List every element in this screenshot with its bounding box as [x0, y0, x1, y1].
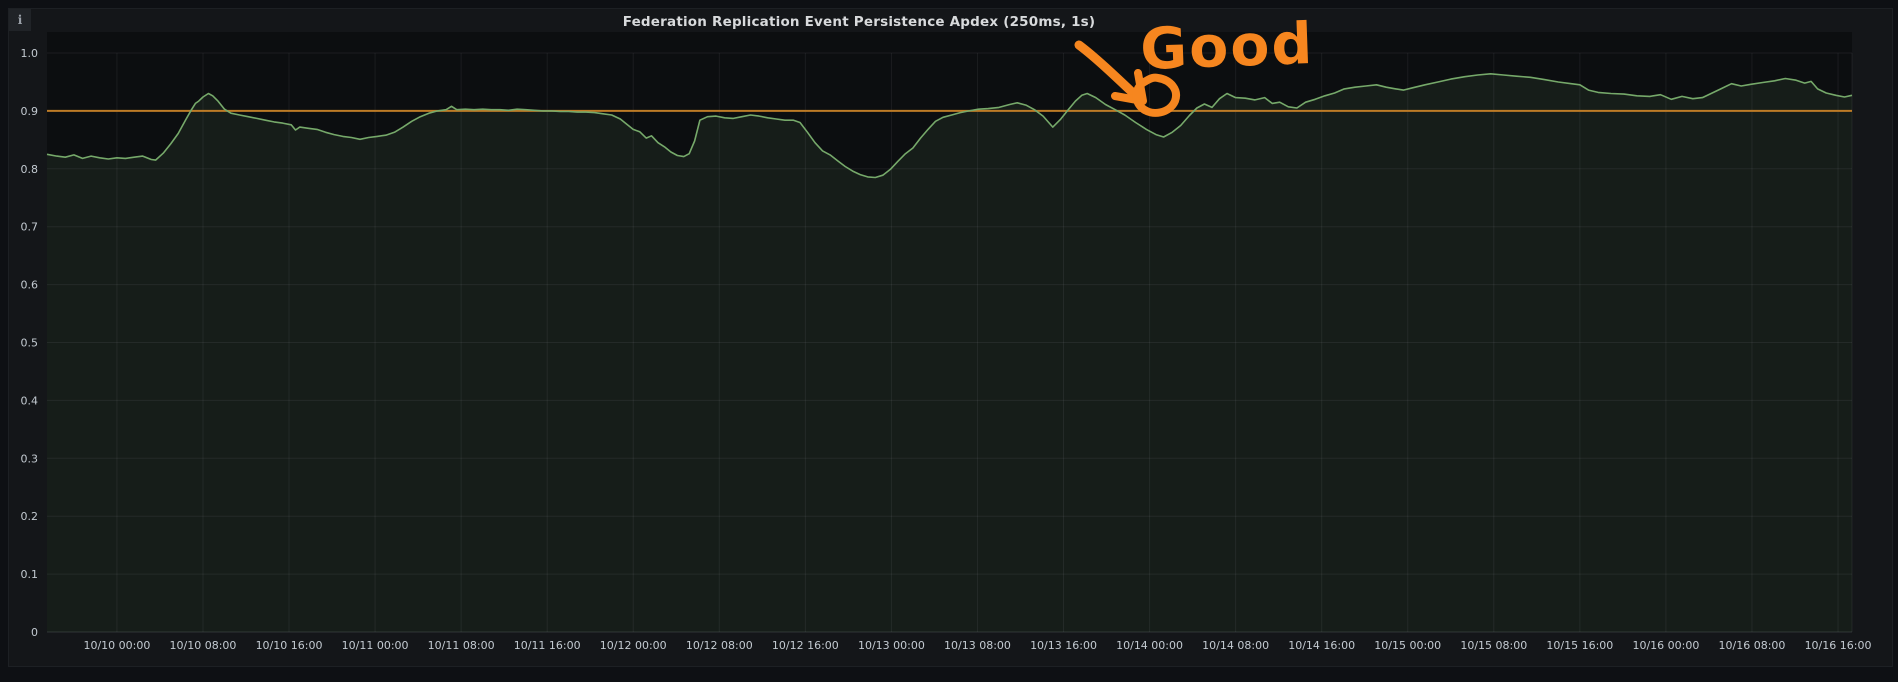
- hand-drawn-annotation: Good: [1079, 11, 1315, 113]
- annotation-text: Good: [1139, 11, 1315, 83]
- grafana-page: { "panel": { "title": "Federation Replic…: [0, 0, 1898, 682]
- annotation-arrow-shaft: [1079, 45, 1133, 93]
- annotation-layer: Good: [0, 0, 1898, 682]
